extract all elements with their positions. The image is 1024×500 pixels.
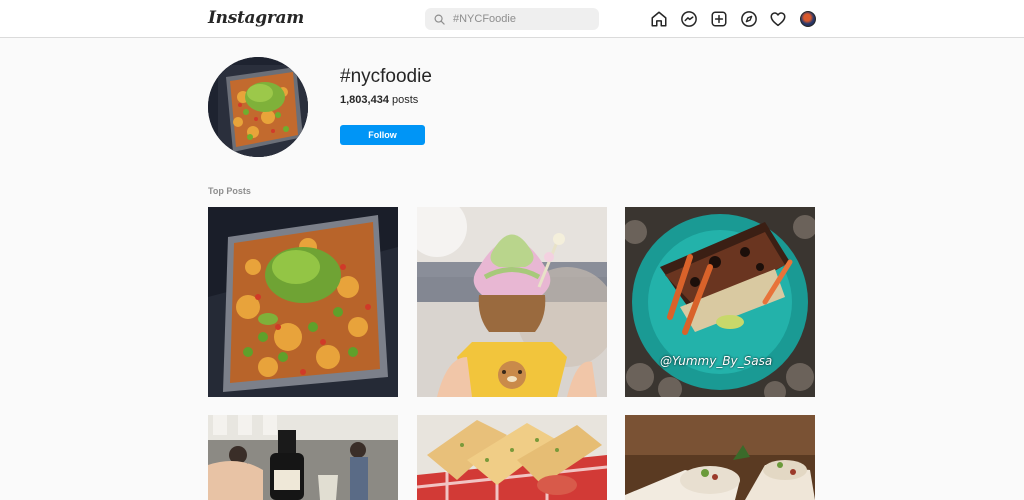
post-tile-nachos[interactable] — [208, 207, 398, 397]
top-posts-label: Top Posts — [208, 186, 251, 196]
search-icon — [434, 14, 445, 25]
top-nav-bar: Instagram — [0, 0, 1024, 38]
post-tile-wrap-sandwich[interactable] — [625, 415, 815, 500]
search-box[interactable] — [425, 8, 599, 30]
post-tile-wine-bottle[interactable] — [208, 415, 398, 500]
post-count-number: 1,803,434 — [340, 94, 389, 106]
profile-avatar[interactable] — [800, 11, 816, 27]
explore-icon[interactable] — [740, 10, 758, 28]
activity-heart-icon[interactable] — [769, 10, 787, 28]
hashtag-title: #nycfoodie — [340, 66, 432, 87]
instagram-logo[interactable]: Instagram — [208, 8, 304, 28]
post-watermark: @Yummy_By_Sasa — [660, 354, 773, 368]
follow-button[interactable]: Follow — [340, 125, 425, 145]
post-count: 1,803,434 posts — [340, 94, 418, 106]
post-tile-soft-serve[interactable] — [417, 207, 607, 397]
post-tile-garlic-bread[interactable] — [417, 415, 607, 500]
post-count-suffix: posts — [392, 94, 419, 106]
messenger-icon[interactable] — [680, 10, 698, 28]
post-tile-blackened-fish[interactable] — [625, 207, 815, 397]
new-post-icon[interactable] — [710, 10, 728, 28]
search-input[interactable] — [453, 13, 593, 25]
hashtag-cover-photo — [208, 57, 308, 157]
home-icon[interactable] — [650, 10, 668, 28]
